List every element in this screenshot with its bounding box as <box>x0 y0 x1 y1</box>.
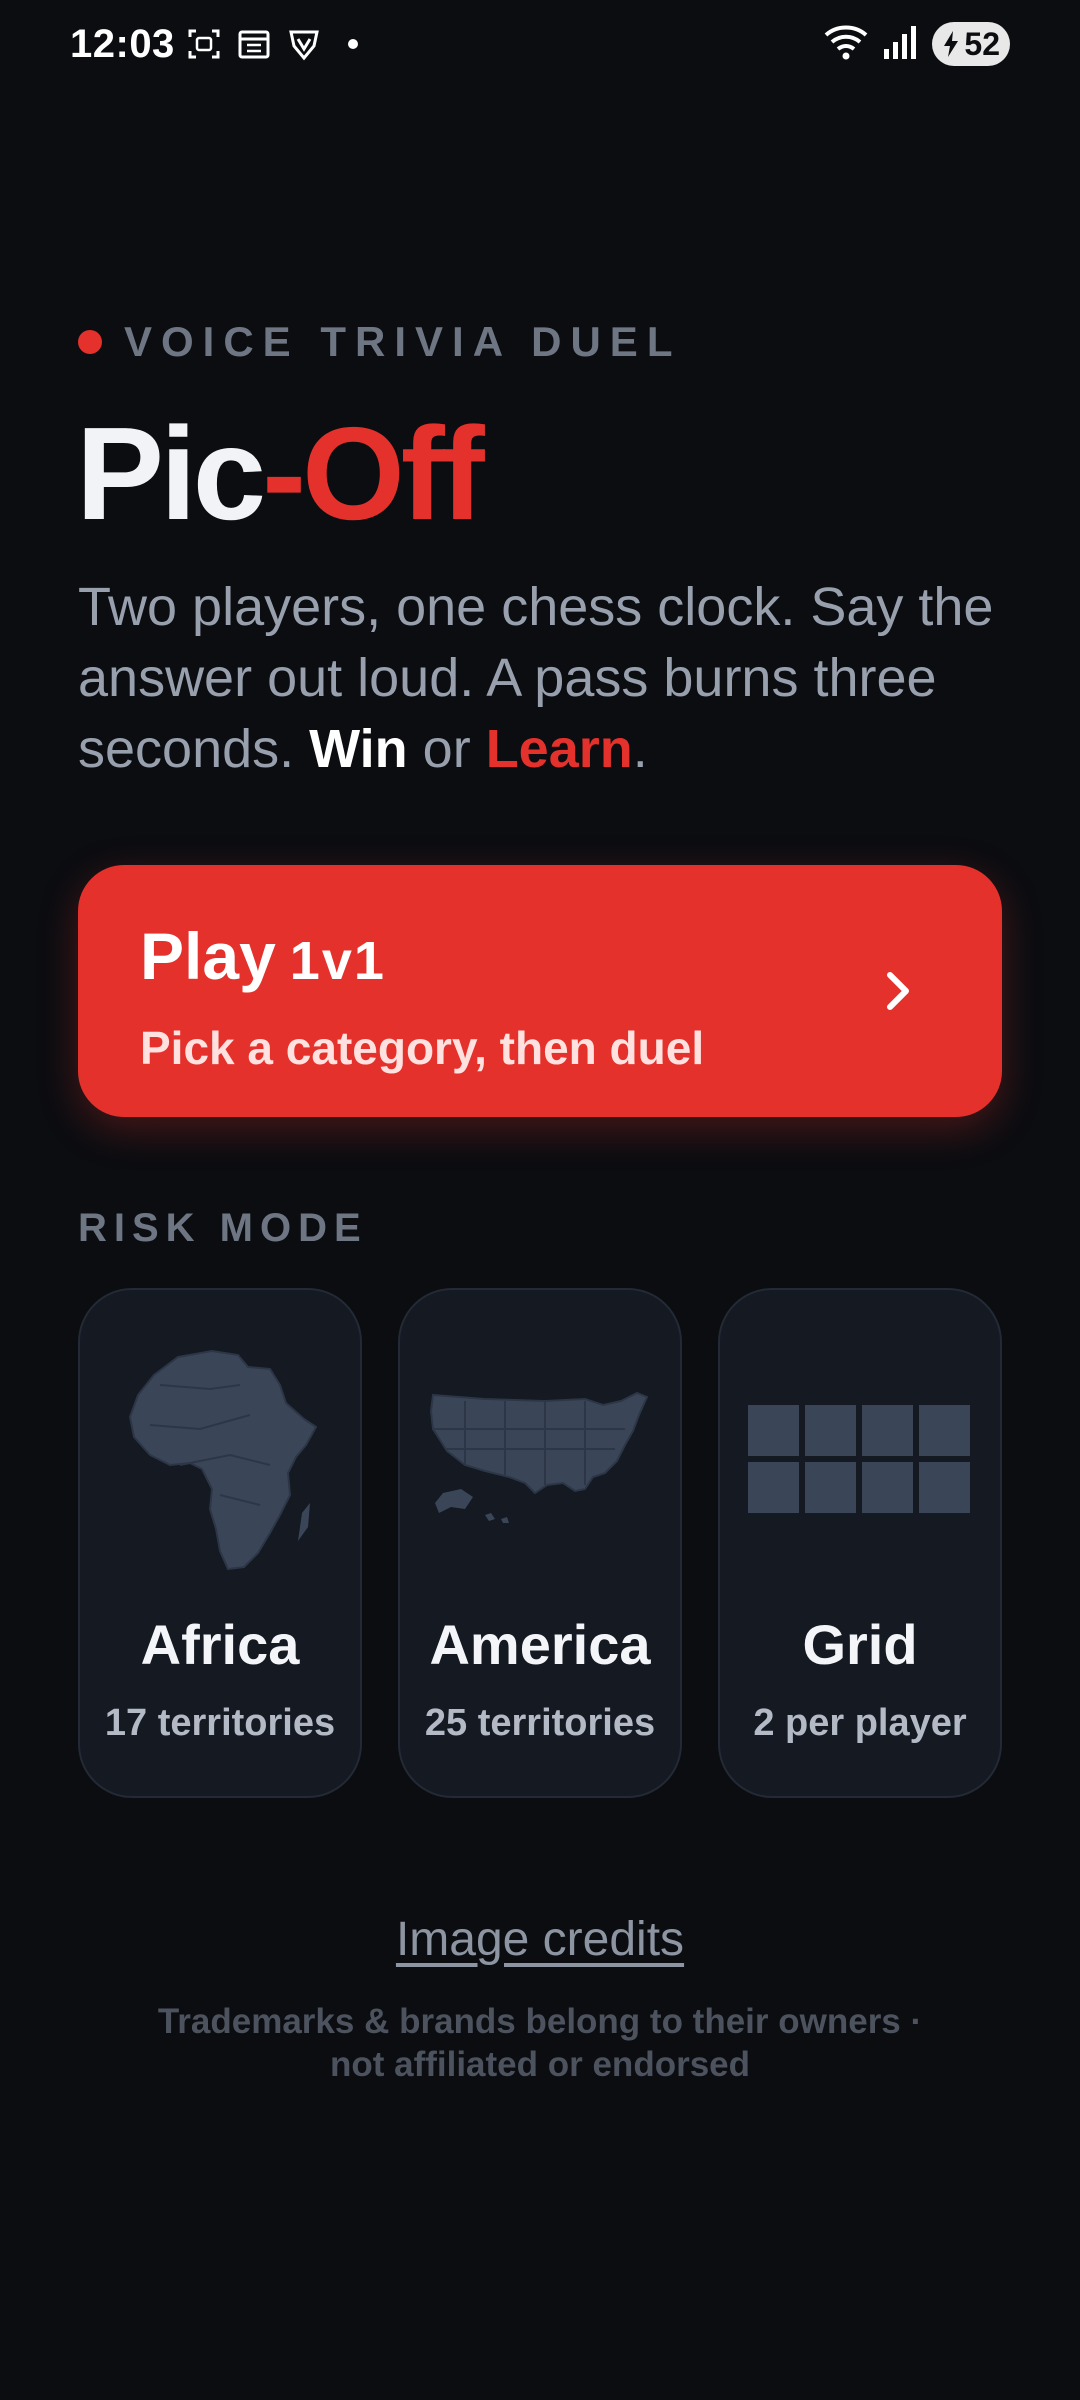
risk-card-subtitle: 17 territories <box>104 1702 336 1744</box>
title-part-2: -Off <box>262 400 485 547</box>
risk-card-america[interactable]: America 25 territories <box>398 1288 682 1798</box>
play-label: Play <box>140 919 276 993</box>
desc-win: Win <box>309 719 408 779</box>
vpn-shield-icon <box>286 26 322 62</box>
calendar-icon <box>236 26 272 62</box>
screenshot-icon <box>186 26 222 62</box>
risk-mode-label: RISK MODE <box>78 1206 368 1250</box>
desc-end: . <box>632 719 648 779</box>
risk-card-africa[interactable]: Africa 17 territories <box>78 1288 362 1798</box>
risk-card-title: Grid <box>802 1613 918 1676</box>
risk-card-subtitle: 2 per player <box>753 1702 967 1744</box>
desc-or: or <box>422 719 471 779</box>
title-part-1: Pic <box>76 400 266 547</box>
kicker: VOICE TRIVIA DUEL <box>78 318 681 366</box>
app-description: Two players, one chess clock. Say the an… <box>78 572 1008 785</box>
play-mode-tag: 1v1 <box>289 931 386 991</box>
status-left-icons <box>186 26 358 62</box>
usa-map-icon <box>400 1340 680 1580</box>
risk-card-title: Africa <box>140 1613 300 1676</box>
risk-card-subtitle: 25 territories <box>424 1702 656 1744</box>
notification-dot <box>348 39 358 49</box>
play-1v1-button[interactable]: Play 1v1 Pick a category, then duel <box>78 865 1002 1117</box>
desc-learn: Learn <box>485 719 633 779</box>
play-subtitle: Pick a category, then duel <box>140 1022 705 1074</box>
trademark-disclaimer: Trademarks & brands belong to their owne… <box>157 2002 923 2084</box>
status-right-icons: 52 <box>824 22 1010 66</box>
battery-level: 52 <box>964 25 1000 62</box>
risk-card-title: America <box>429 1613 651 1676</box>
grid-icon <box>720 1340 1000 1580</box>
kicker-text: VOICE TRIVIA DUEL <box>124 318 682 365</box>
signal-icon <box>882 23 918 66</box>
africa-map-icon <box>80 1340 360 1580</box>
play-title: Play 1v1 <box>140 923 940 989</box>
risk-mode-cards: Africa 17 territories America 25 territo… <box>78 1288 1002 1798</box>
risk-card-grid[interactable]: Grid 2 per player <box>718 1288 1002 1798</box>
chevron-right-icon <box>887 972 909 1010</box>
wifi-icon <box>824 23 868 66</box>
app-title: Pic-Off <box>76 408 485 540</box>
live-dot-icon <box>78 330 102 354</box>
status-time: 12:03 <box>70 22 175 66</box>
image-credits-link[interactable]: Image credits <box>0 1912 1080 1967</box>
battery-icon: 52 <box>932 22 1010 66</box>
status-bar: 12:03 52 <box>0 0 1080 92</box>
